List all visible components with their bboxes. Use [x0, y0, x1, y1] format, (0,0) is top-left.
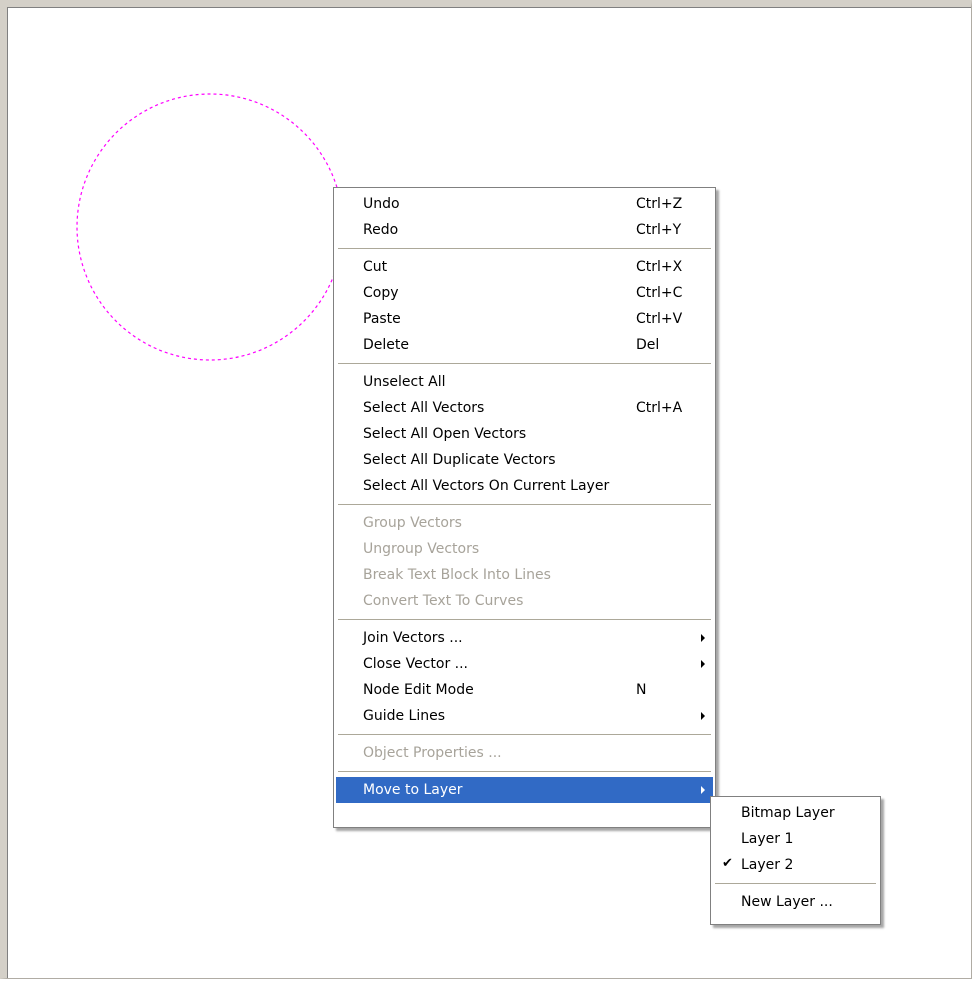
menu-item-label: Convert Text To Curves	[363, 593, 524, 609]
layer-item-bitmap-layer[interactable]: Bitmap Layer	[713, 800, 878, 826]
menu-item-break-text-block-into-lines[interactable]: Break Text Block Into Lines	[336, 562, 713, 588]
menu-item-label: Ungroup Vectors	[363, 541, 480, 557]
menu-separator	[338, 619, 711, 620]
menu-item-label: Delete	[363, 337, 409, 353]
menu-item-select-all-duplicate-vectors[interactable]: Select All Duplicate Vectors	[336, 447, 713, 473]
menu-item-node-edit-mode[interactable]: Node Edit Mode N	[336, 677, 713, 703]
menu-item-shortcut: Ctrl+C	[636, 285, 683, 301]
menu-item-label: Copy	[363, 285, 399, 301]
menu-item-redo[interactable]: Redo Ctrl+Y	[336, 217, 713, 243]
menu-separator	[338, 248, 711, 249]
menu-separator	[338, 363, 711, 364]
menu-item-label: Cut	[363, 259, 388, 275]
menu-item-guide-lines[interactable]: Guide Lines	[336, 703, 713, 729]
menu-item-label: Select All Vectors On Current Layer	[363, 478, 610, 494]
menu-item-copy[interactable]: Copy Ctrl+C	[336, 280, 713, 306]
menu-item-select-all-vectors-on-current-layer[interactable]: Select All Vectors On Current Layer	[336, 473, 713, 499]
menu-item-label: Group Vectors	[363, 515, 462, 531]
menu-item-delete[interactable]: Delete Del	[336, 332, 713, 358]
menu-item-unselect-all[interactable]: Unselect All	[336, 369, 713, 395]
menu-item-ungroup-vectors[interactable]: Ungroup Vectors	[336, 536, 713, 562]
menu-item-label: Guide Lines	[363, 708, 446, 724]
menu-item-cut[interactable]: Cut Ctrl+X	[336, 254, 713, 280]
new-layer-label: New Layer ...	[741, 894, 833, 910]
layer-item-label: Layer 2	[741, 857, 794, 873]
menu-item-label: Unselect All	[363, 374, 446, 390]
menu-item-label: Redo	[363, 222, 399, 238]
layer-item-label: Layer 1	[741, 831, 794, 847]
menu-item-shortcut: Ctrl+Z	[636, 196, 683, 212]
layer-item-layer-1[interactable]: Layer 1	[713, 826, 878, 852]
menu-separator	[338, 734, 711, 735]
checkmark-icon: ✔	[722, 856, 733, 871]
menu-item-undo[interactable]: Undo Ctrl+Z	[336, 191, 713, 217]
menu-item-shortcut: N	[636, 682, 647, 698]
menu-item-move-to-layer[interactable]: Move to Layer	[336, 777, 713, 803]
menu-separator	[338, 771, 711, 772]
layer-item-label: Bitmap Layer	[741, 805, 835, 821]
menu-item-select-all-vectors[interactable]: Select All Vectors Ctrl+A	[336, 395, 713, 421]
submenu-arrow-icon	[701, 786, 705, 794]
menu-item-object-properties[interactable]: Object Properties ...	[336, 740, 713, 766]
menu-item-label: Close Vector ...	[363, 656, 468, 672]
menu-item-join-vectors[interactable]: Join Vectors ...	[336, 625, 713, 651]
context-menu: Undo Ctrl+Z Redo Ctrl+Y Cut Ctrl+X Copy Ctrl+C P…	[333, 187, 716, 828]
submenu-arrow-icon	[701, 660, 705, 668]
menu-item-shortcut: Del	[636, 337, 660, 353]
menu-separator	[338, 504, 711, 505]
menu-item-label: Object Properties ...	[363, 745, 502, 761]
menu-item-label: Break Text Block Into Lines	[363, 567, 551, 583]
menu-item-group-vectors[interactable]: Group Vectors	[336, 510, 713, 536]
menu-item-label: Select All Duplicate Vectors	[363, 452, 556, 468]
menu-item-label: Move to Layer	[363, 782, 463, 798]
move-to-layer-submenu: Bitmap Layer Layer 1 ✔ Layer 2 New Layer ...	[710, 796, 881, 925]
menu-item-shortcut: Ctrl+V	[636, 311, 683, 327]
menu-item-label: Node Edit Mode	[363, 682, 474, 698]
menu-item-label: Undo	[363, 196, 400, 212]
menu-separator	[715, 883, 876, 884]
menu-item-label: Paste	[363, 311, 401, 327]
menu-item-paste[interactable]: Paste Ctrl+V	[336, 306, 713, 332]
menu-item-shortcut: Ctrl+X	[636, 259, 683, 275]
layer-item-layer-2[interactable]: ✔ Layer 2	[713, 852, 878, 878]
menu-item-label: Select All Vectors	[363, 400, 485, 416]
menu-item-close-vector[interactable]: Close Vector ...	[336, 651, 713, 677]
menu-item-select-all-open-vectors[interactable]: Select All Open Vectors	[336, 421, 713, 447]
submenu-arrow-icon	[701, 634, 705, 642]
menu-item-shortcut: Ctrl+A	[636, 400, 683, 416]
menu-item-shortcut: Ctrl+Y	[636, 222, 682, 238]
submenu-arrow-icon	[701, 712, 705, 720]
new-layer-item[interactable]: New Layer ...	[713, 889, 878, 915]
menu-item-label: Select All Open Vectors	[363, 426, 527, 442]
menu-item-convert-text-to-curves[interactable]: Convert Text To Curves	[336, 588, 713, 614]
menu-item-label: Join Vectors ...	[363, 630, 463, 646]
